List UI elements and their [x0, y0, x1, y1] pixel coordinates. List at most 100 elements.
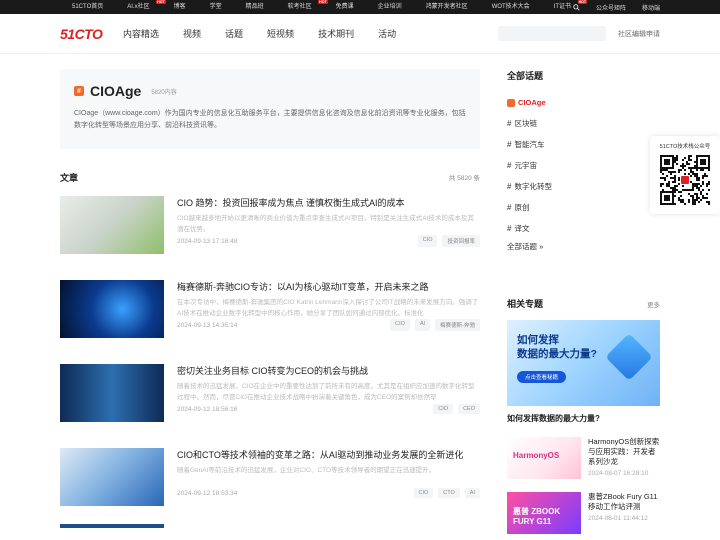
- top-link[interactable]: 免费课: [324, 0, 366, 14]
- top-link[interactable]: WOT技术大会: [480, 0, 542, 14]
- articles-title: 文章: [60, 172, 79, 183]
- top-link-label: 软考社区: [287, 4, 312, 10]
- related-thumbnail[interactable]: 惠普 ZBOOK FURY G11: [507, 492, 581, 534]
- top-link-label: AI.x社区: [127, 4, 150, 10]
- article-tags: CIO CEO: [433, 404, 480, 414]
- article-tag[interactable]: CIO: [390, 319, 410, 331]
- top-link-label: 博客: [173, 4, 186, 10]
- article-meta: 2024-09-12 18:56:16 CIO CEO: [177, 403, 480, 415]
- article-tag[interactable]: CEO: [458, 404, 480, 414]
- top-link[interactable]: 企业培训: [366, 0, 414, 14]
- article-item[interactable]: CIO和CTO等技术领袖的变革之路：从AI驱动到推动业务发展的全新进化 随着Ge…: [60, 440, 480, 524]
- article-item[interactable]: 密切关注业务目标 CIO转变为CEO的机会与挑战 随着技术的迅猛发展，CIO在企…: [60, 356, 480, 440]
- related-title: 相关专题: [507, 299, 544, 309]
- editor-apply-link[interactable]: 社区编辑申请: [618, 29, 660, 39]
- search-input[interactable]: [498, 26, 606, 41]
- top-link[interactable]: 51CTO首页: [60, 0, 115, 14]
- tag-name: CIOAge: [90, 83, 142, 99]
- nav-item-shorts[interactable]: 短视频: [267, 27, 294, 40]
- topic-item[interactable]: # 元宇宙: [507, 155, 660, 176]
- article-date: 2024-09-13 17:16:48: [177, 237, 238, 245]
- related-title[interactable]: 惠普ZBook Fury G11移动工作站评测: [588, 492, 660, 512]
- qr-title: 51CTO技术栈公众号: [659, 144, 711, 150]
- article-meta: 2024-09-13 17:16:48 CIO 投资回报率: [177, 235, 480, 247]
- nav-item-topics[interactable]: 话题: [225, 27, 243, 40]
- article-item-partial[interactable]: [60, 524, 164, 528]
- search-icon[interactable]: [573, 3, 580, 11]
- qr-float: 51CTO技术栈公众号: [650, 136, 720, 214]
- article-thumbnail[interactable]: [60, 280, 164, 338]
- nav-item-events[interactable]: 活动: [378, 27, 396, 40]
- article-thumbnail[interactable]: [60, 364, 164, 422]
- nav-item-video[interactable]: 视频: [183, 27, 201, 40]
- article-content: CIO 趋势：投资回报率成为焦点 谨慎权衡生成式AI的成本 CIO越来越多地开始…: [177, 188, 480, 272]
- topic-item[interactable]: # 原创: [507, 197, 660, 218]
- related-title[interactable]: HarmonyOS创新探索与应用实践：开发者系列沙龙: [588, 437, 660, 467]
- more-link[interactable]: 更多: [647, 299, 660, 309]
- top-link[interactable]: 博客: [162, 0, 198, 14]
- article-tag[interactable]: CIO: [433, 404, 454, 414]
- article-title[interactable]: CIO 趋势：投资回报率成为焦点 谨慎权衡生成式AI的成本: [177, 197, 480, 209]
- related-thumb-text: HarmonyOS: [513, 451, 560, 460]
- article-thumbnail[interactable]: [60, 448, 164, 506]
- nav-item-featured[interactable]: 内容精选: [123, 27, 159, 40]
- mobile-link[interactable]: 移动端: [642, 3, 660, 12]
- banner-caption[interactable]: 如何发挥数据的最大力量?: [507, 413, 660, 424]
- top-link-label: 鸿蒙开发者社区: [425, 4, 468, 10]
- articles-header: 文章 共 5820 条: [60, 169, 480, 185]
- top-link[interactable]: 鸿蒙开发者社区: [414, 0, 480, 14]
- top-link-label: 企业培训: [377, 4, 402, 10]
- hashtag-icon: #: [507, 224, 512, 233]
- topic-label: 智能汽车: [514, 140, 545, 149]
- article-title[interactable]: 密切关注业务目标 CIO转变为CEO的机会与挑战: [177, 365, 480, 377]
- topic-item[interactable]: # 译文: [507, 218, 660, 239]
- top-link[interactable]: 软考社区 HOT: [276, 0, 328, 14]
- banner-button[interactable]: 点击查看秘籍: [517, 371, 567, 383]
- hashtag-icon: #: [507, 140, 512, 149]
- article-summary: 随着技术的迅猛发展，CIO在企业中的重要性达到了前所未有的高度，尤其是在组织应加…: [177, 383, 475, 401]
- top-links: 51CTO首页 AI.x社区 HOT 博客 学堂 精品班 软考社区 HOT 免费课 企业培训 鸿蒙开…: [60, 0, 588, 14]
- banner-cube-graphic: [605, 333, 653, 381]
- article-title[interactable]: CIO和CTO等技术领袖的变革之路：从AI驱动到推动业务发展的全新进化: [177, 449, 480, 461]
- article-date: 2024-09-13 14:35:14: [177, 321, 238, 329]
- related-item[interactable]: HarmonyOS HarmonyOS创新探索与应用实践：开发者系列沙龙 202…: [507, 437, 660, 479]
- top-link[interactable]: 精品班: [234, 0, 276, 14]
- article-tag[interactable]: 投资回报率: [442, 235, 480, 247]
- article-tag[interactable]: CIO: [413, 488, 434, 498]
- article-item[interactable]: 梅赛德斯-奔驰CIO专访：以AI为核心驱动IT变革，开启未来之路 在本次专访中，…: [60, 272, 480, 356]
- article-meta: 2024-09-12 18:53:34 CIO CTO AI: [177, 487, 480, 499]
- site-logo[interactable]: 51CTO: [60, 26, 123, 42]
- topic-label: 数字化转型: [514, 182, 552, 191]
- top-link[interactable]: 学堂: [198, 0, 234, 14]
- topic-item[interactable]: # 智能汽车: [507, 134, 660, 155]
- topic-label: 原创: [514, 203, 530, 212]
- topic-item[interactable]: # 数字化转型: [507, 176, 660, 197]
- article-tag[interactable]: 梅赛德斯-奔驰: [435, 319, 480, 331]
- main-nav: 51CTO 内容精选 视频 话题 短视频 技术期刊 活动 社区编辑申请: [0, 14, 720, 54]
- hashtag-icon: #: [507, 203, 512, 212]
- wechat-matrix-link[interactable]: 公众号矩阵: [596, 3, 626, 12]
- article-thumbnail[interactable]: [60, 196, 164, 254]
- top-link[interactable]: AI.x社区 HOT: [115, 0, 166, 14]
- top-bar: 51CTO首页 AI.x社区 HOT 博客 学堂 精品班 软考社区 HOT 免费课 企业培训 鸿蒙开…: [0, 0, 720, 14]
- topic-list: CIOAge # 区块链 # 智能汽车 # 元宇宙 # 数字化转型 # 原创 # 译文: [507, 92, 660, 239]
- related-thumbnail[interactable]: HarmonyOS: [507, 437, 581, 479]
- topic-item[interactable]: # 区块链: [507, 113, 660, 134]
- topic-item[interactable]: CIOAge: [507, 92, 660, 113]
- related-thumb-text: 惠普 ZBOOK FURY G11: [513, 507, 561, 526]
- article-list: CIO 趋势：投资回报率成为焦点 谨慎权衡生成式AI的成本 CIO越来越多地开始…: [60, 188, 480, 528]
- article-tag[interactable]: AI: [414, 319, 431, 331]
- article-tag[interactable]: CIO: [417, 235, 438, 247]
- article-summary: CIO越来越多地开始以更清晰的商业价值为重点审查生成式AI项目，特别是关注生成式…: [177, 215, 474, 233]
- article-item[interactable]: CIO 趋势：投资回报率成为焦点 谨慎权衡生成式AI的成本 CIO越来越多地开始…: [60, 188, 480, 272]
- related-banner[interactable]: 如何发挥 数据的最大力量? 点击查看秘籍: [507, 320, 660, 406]
- all-topics-link[interactable]: 全部话题 »: [507, 241, 660, 252]
- top-link-label: WOT技术大会: [491, 4, 530, 10]
- nav-item-journal[interactable]: 技术期刊: [318, 27, 354, 40]
- article-tag[interactable]: CTO: [438, 488, 460, 498]
- article-title[interactable]: 梅赛德斯-奔驰CIO专访：以AI为核心驱动IT变革，开启未来之路: [177, 281, 480, 293]
- banner-line-1: 如何发挥: [517, 334, 559, 346]
- article-tag[interactable]: AI: [464, 488, 480, 498]
- articles-count: 共 5820 条: [448, 175, 480, 182]
- related-item[interactable]: 惠普 ZBOOK FURY G11 惠普ZBook Fury G11移动工作站评…: [507, 492, 660, 534]
